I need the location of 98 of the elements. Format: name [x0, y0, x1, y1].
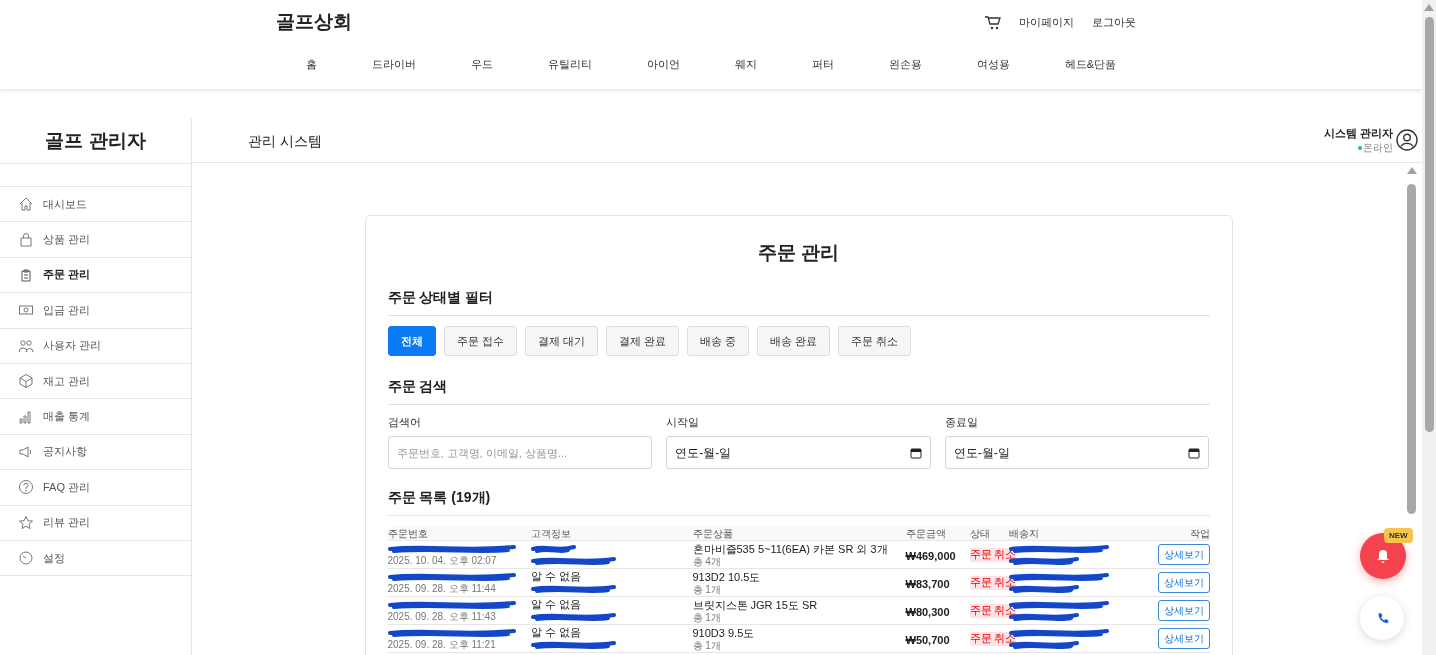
people-icon — [18, 337, 34, 354]
field-label: 검색어 — [387, 415, 422, 430]
order-amount: ₩80,300 — [905, 605, 950, 618]
section-title: 주문 상태별 필터 — [387, 289, 1210, 316]
status-tag: 주문 취소 — [969, 575, 1017, 590]
order-amount: ₩83,700 — [905, 577, 950, 590]
customer-name: 알 수 없음 — [530, 570, 582, 583]
filter-button[interactable]: 배송 중 — [686, 326, 749, 356]
dial-icon — [18, 550, 34, 567]
status-tag: 주문 취소 — [969, 603, 1017, 618]
order-amount: ₩50,700 — [905, 633, 950, 646]
product-name: 혼마비즐535 5~11(6EA) 카본 SR 외 3개 — [692, 542, 889, 556]
sidebar-item[interactable]: FAQ 관리 — [0, 470, 191, 506]
bag-icon — [18, 231, 34, 248]
filter-button[interactable]: 주문 취소 — [837, 326, 911, 356]
sidebar-item[interactable]: 입금 관리 — [0, 293, 191, 329]
nav-link[interactable]: 왼손용 — [888, 56, 922, 72]
section-title: 주문 검색 — [387, 378, 1210, 405]
customer-name: 알 수 없음 — [530, 598, 582, 611]
sidebar-item[interactable]: 공지사항 — [0, 434, 191, 471]
scrollbar[interactable] — [1422, 0, 1436, 655]
speaker-icon — [18, 443, 34, 460]
date-field[interactable]: 연도-월-일 — [666, 436, 931, 469]
field-label: 시작일 — [666, 415, 701, 430]
customer-name: 알 수 없음 — [530, 626, 582, 639]
status-dot — [1358, 145, 1362, 150]
nav-link[interactable]: 여성용 — [976, 56, 1010, 72]
order-amount: ₩469,000 — [905, 549, 956, 562]
filter-button[interactable]: 배송 완료 — [756, 326, 830, 356]
header-link[interactable]: 로그아웃 — [1092, 14, 1136, 30]
new-badge: NEW — [1384, 528, 1413, 543]
column-header: 작업 — [1188, 527, 1210, 540]
detail-button[interactable]: 상세보기 — [1157, 628, 1210, 649]
calendar-icon — [909, 447, 922, 459]
column-header: 주문상품 — [692, 527, 734, 540]
status-tag: 주문 취소 — [969, 631, 1017, 646]
sidebar-item[interactable]: 대시보드 — [0, 187, 191, 223]
user-name: 시스템 관리자 — [1323, 125, 1393, 141]
house-icon — [18, 196, 34, 213]
detail-button[interactable]: 상세보기 — [1157, 544, 1210, 565]
sidebar-item[interactable]: 리뷰 관리 — [0, 505, 191, 541]
calendar-icon — [1188, 447, 1201, 459]
item-count: 총 1개 — [692, 639, 722, 651]
notification-button[interactable] — [1360, 533, 1406, 579]
column-header: 배송지 — [1008, 527, 1040, 540]
detail-button[interactable]: 상세보기 — [1157, 572, 1210, 593]
nav-link[interactable]: 아이언 — [646, 56, 680, 72]
detail-button[interactable]: 상세보기 — [1157, 600, 1210, 621]
sidebar-item[interactable]: 재고 관리 — [0, 363, 191, 400]
column-header: 주문금액 — [905, 527, 947, 540]
product-name: 910D3 9.5도 — [692, 626, 756, 640]
product-name: 브릿지스톤 JGR 15도 SR — [692, 598, 819, 612]
order-date: 2025. 09. 28. 오후 11:44 — [387, 583, 497, 594]
item-count: 총 4개 — [692, 555, 722, 567]
sidebar-item[interactable]: 주문 관리 — [0, 257, 191, 294]
field-label: 종료일 — [944, 415, 979, 430]
nav-link[interactable]: 우드 — [470, 56, 493, 72]
section-title: 주문 목록 (19개) — [387, 489, 1210, 516]
nav-link[interactable]: 헤드&단품 — [1064, 56, 1117, 72]
clipboard-icon — [18, 266, 34, 283]
nav-link[interactable]: 퍼터 — [811, 56, 834, 72]
filter-button[interactable]: 전체 — [387, 326, 436, 356]
column-header: 주문번호 — [387, 527, 429, 540]
search-field[interactable]: 주문번호, 고객명, 이메일, 상품명... — [387, 436, 653, 469]
cube-icon — [18, 373, 34, 390]
product-name: 913D2 10.5도 — [692, 570, 762, 584]
sidebar-item[interactable]: 매출 통계 — [0, 399, 191, 435]
order-date: 2025. 10. 04. 오후 02:07 — [387, 555, 498, 566]
filter-button[interactable]: 주문 접수 — [443, 326, 517, 356]
item-count: 총 1개 — [692, 611, 722, 623]
filter-button[interactable]: 결제 대기 — [524, 326, 598, 356]
order-date: 2025. 09. 28. 오후 11:43 — [387, 611, 497, 622]
sidebar-item[interactable]: 설정 — [0, 540, 191, 577]
date-field[interactable]: 연도-월-일 — [944, 436, 1210, 469]
avatar-icon[interactable] — [1396, 129, 1418, 151]
bar-chart-icon — [18, 408, 34, 425]
status-tag: 주문 취소 — [969, 547, 1017, 562]
page-header: 관리 시스템 — [248, 132, 322, 151]
item-count: 총 1개 — [692, 583, 722, 595]
bell-icon — [1376, 549, 1390, 563]
admin-title: 골프 관리자 — [0, 118, 191, 164]
filter-button[interactable]: 결제 완료 — [605, 326, 679, 356]
header-link[interactable]: 마이페이지 — [1019, 14, 1074, 30]
card-title: 주문 관리 — [756, 241, 841, 265]
site-logo[interactable]: 골프상회 — [276, 9, 352, 35]
column-header: 고객정보 — [530, 527, 572, 540]
order-date: 2025. 09. 28. 오후 11:21 — [387, 639, 497, 650]
nav-link[interactable]: 드라이버 — [371, 56, 416, 72]
column-header: 상태 — [969, 527, 991, 540]
nav-link[interactable]: 유틸리티 — [547, 56, 592, 72]
cart-icon[interactable] — [984, 14, 1001, 30]
star-icon — [18, 514, 34, 531]
nav-link[interactable]: 홈 — [305, 56, 317, 72]
sidebar-item[interactable]: 상품 관리 — [0, 222, 191, 258]
question-icon — [18, 479, 34, 496]
user-status: 온라인 — [1363, 140, 1393, 155]
sidebar-item[interactable]: 사용자 관리 — [0, 328, 191, 364]
nav-link[interactable]: 웨지 — [734, 56, 757, 72]
